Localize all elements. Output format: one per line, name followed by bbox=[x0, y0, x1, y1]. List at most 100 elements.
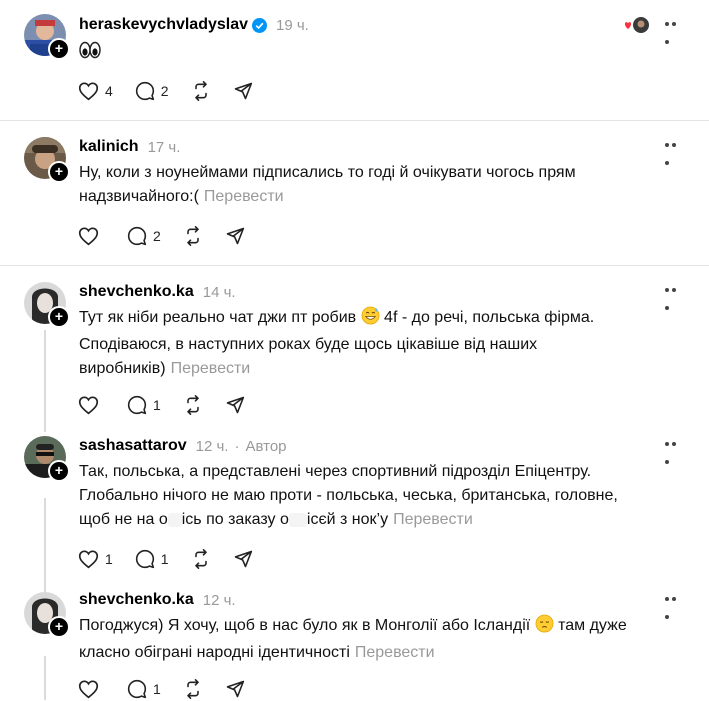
reply-count: 1 bbox=[153, 397, 161, 413]
share-button[interactable] bbox=[225, 679, 245, 699]
heart-icon bbox=[78, 550, 99, 569]
post-header: shevchenko.ka 14 ч. bbox=[79, 281, 236, 303]
repost-button[interactable] bbox=[183, 395, 203, 415]
separator-dot: · bbox=[234, 437, 240, 455]
repost-icon bbox=[187, 226, 199, 246]
repost-icon bbox=[194, 549, 207, 569]
more-options-icon[interactable] bbox=[665, 22, 685, 44]
share-button[interactable] bbox=[233, 81, 253, 101]
repost-icon bbox=[187, 679, 199, 699]
comment-icon bbox=[127, 226, 147, 246]
like-button[interactable]: 1 bbox=[78, 549, 113, 569]
like-count: 4 bbox=[105, 83, 113, 99]
share-icon bbox=[226, 396, 244, 414]
post-5: + shevchenko.ka 12 ч. Погоджуся) Я хочу,… bbox=[0, 588, 709, 700]
follow-plus-icon[interactable]: + bbox=[48, 306, 70, 328]
reply-count: 1 bbox=[153, 681, 161, 697]
post-actions: 2 bbox=[78, 224, 267, 248]
username[interactable]: sashasattarov bbox=[79, 437, 187, 455]
repost-button[interactable] bbox=[191, 549, 211, 569]
reaction-avatars-icon[interactable] bbox=[623, 16, 651, 34]
share-button[interactable] bbox=[225, 395, 245, 415]
post-text-part: ісєй з нок’у bbox=[306, 511, 389, 528]
reply-button[interactable]: 1 bbox=[127, 395, 161, 415]
heart-icon bbox=[78, 227, 99, 246]
post-text bbox=[79, 40, 669, 67]
share-icon bbox=[226, 227, 244, 245]
post-header: shevchenko.ka 12 ч. bbox=[79, 589, 236, 611]
like-button[interactable] bbox=[78, 679, 105, 699]
follow-plus-icon[interactable]: + bbox=[48, 161, 70, 183]
username[interactable]: shevchenko.ka bbox=[79, 283, 194, 301]
post-text: Так, польська, а представлені через спор… bbox=[79, 460, 639, 532]
timestamp: 12 ч. bbox=[202, 591, 236, 609]
follow-plus-icon[interactable]: + bbox=[48, 38, 70, 60]
comment-icon bbox=[127, 679, 147, 699]
repost-button[interactable] bbox=[183, 679, 203, 699]
username[interactable]: heraskevychvladyslav bbox=[79, 16, 248, 34]
post-actions: 4 2 bbox=[78, 79, 275, 103]
reply-count: 2 bbox=[160, 83, 169, 99]
share-button[interactable] bbox=[225, 226, 245, 246]
redacted-text bbox=[288, 512, 307, 527]
post-1: + heraskevychvladyslav 19 ч. 4 2 bbox=[0, 0, 709, 120]
translate-link[interactable]: Перевести bbox=[171, 360, 251, 377]
follow-plus-icon[interactable]: + bbox=[48, 460, 70, 482]
reply-button[interactable]: 1 bbox=[135, 549, 169, 569]
username[interactable]: kalinich bbox=[79, 138, 139, 156]
like-button[interactable] bbox=[78, 395, 105, 415]
more-options-icon[interactable] bbox=[665, 143, 685, 165]
post-text: Ну, коли з ноунеймами підписались то год… bbox=[79, 161, 669, 209]
verified-badge-icon bbox=[252, 17, 268, 33]
reply-count: 1 bbox=[160, 551, 169, 567]
repost-button[interactable] bbox=[191, 81, 211, 101]
like-button[interactable] bbox=[78, 226, 105, 246]
reply-count: 2 bbox=[153, 228, 161, 244]
translate-link[interactable]: Перевести bbox=[204, 188, 284, 205]
username[interactable]: shevchenko.ka bbox=[79, 591, 194, 609]
post-text-part: ісь по заказу о bbox=[181, 511, 289, 528]
author-badge: Автор bbox=[245, 437, 287, 455]
reply-button[interactable]: 2 bbox=[135, 81, 169, 101]
post-actions: 1 1 bbox=[78, 547, 275, 571]
like-button[interactable]: 4 bbox=[78, 81, 113, 101]
reply-button[interactable]: 1 bbox=[127, 679, 161, 699]
post-actions: 1 bbox=[78, 393, 267, 417]
share-button[interactable] bbox=[233, 549, 253, 569]
post-3: + shevchenko.ka 14 ч. Тут як ніби реальн… bbox=[0, 266, 709, 426]
post-actions: 1 bbox=[78, 677, 267, 701]
timestamp: 14 ч. bbox=[202, 283, 236, 301]
timestamp: 19 ч. bbox=[276, 16, 309, 34]
grinning-sweat-emoji-icon bbox=[361, 306, 380, 333]
timestamp: 17 ч. bbox=[147, 138, 181, 156]
eyes-emoji-icon bbox=[79, 41, 101, 67]
post-text-part: Тут як ніби реально чат джи пт робив bbox=[79, 309, 361, 326]
post-text-content: Ну, коли з ноунеймами підписались то год… bbox=[79, 164, 576, 205]
comment-icon bbox=[135, 81, 154, 101]
repost-button[interactable] bbox=[183, 226, 203, 246]
heart-icon bbox=[78, 680, 99, 699]
translate-link[interactable]: Перевести bbox=[355, 644, 435, 661]
more-options-icon[interactable] bbox=[665, 597, 685, 619]
repost-icon bbox=[194, 81, 207, 101]
follow-plus-icon[interactable]: + bbox=[48, 616, 70, 638]
post-text: Погоджуся) Я хочу, щоб в нас було як в М… bbox=[79, 614, 639, 665]
heart-icon bbox=[78, 82, 99, 101]
post-header: heraskevychvladyslav 19 ч. bbox=[79, 14, 309, 36]
more-options-icon[interactable] bbox=[665, 288, 685, 310]
comment-icon bbox=[127, 395, 147, 415]
pensive-face-emoji-icon bbox=[535, 614, 554, 641]
post-4: + sashasattarov 12 ч. · Автор Так, польс… bbox=[0, 432, 709, 584]
repost-icon bbox=[187, 395, 199, 415]
post-header: kalinich 17 ч. bbox=[79, 136, 180, 158]
like-count: 1 bbox=[105, 551, 113, 567]
reply-button[interactable]: 2 bbox=[127, 226, 161, 246]
redacted-text bbox=[167, 512, 182, 527]
post-text-part: Погоджуся) Я хочу, щоб в нас було як в М… bbox=[79, 617, 535, 634]
more-options-icon[interactable] bbox=[665, 442, 685, 464]
share-icon bbox=[234, 82, 252, 100]
heart-icon bbox=[78, 396, 99, 415]
share-icon bbox=[234, 550, 252, 568]
timestamp: 12 ч. bbox=[195, 437, 229, 455]
translate-link[interactable]: Перевести bbox=[393, 511, 473, 528]
